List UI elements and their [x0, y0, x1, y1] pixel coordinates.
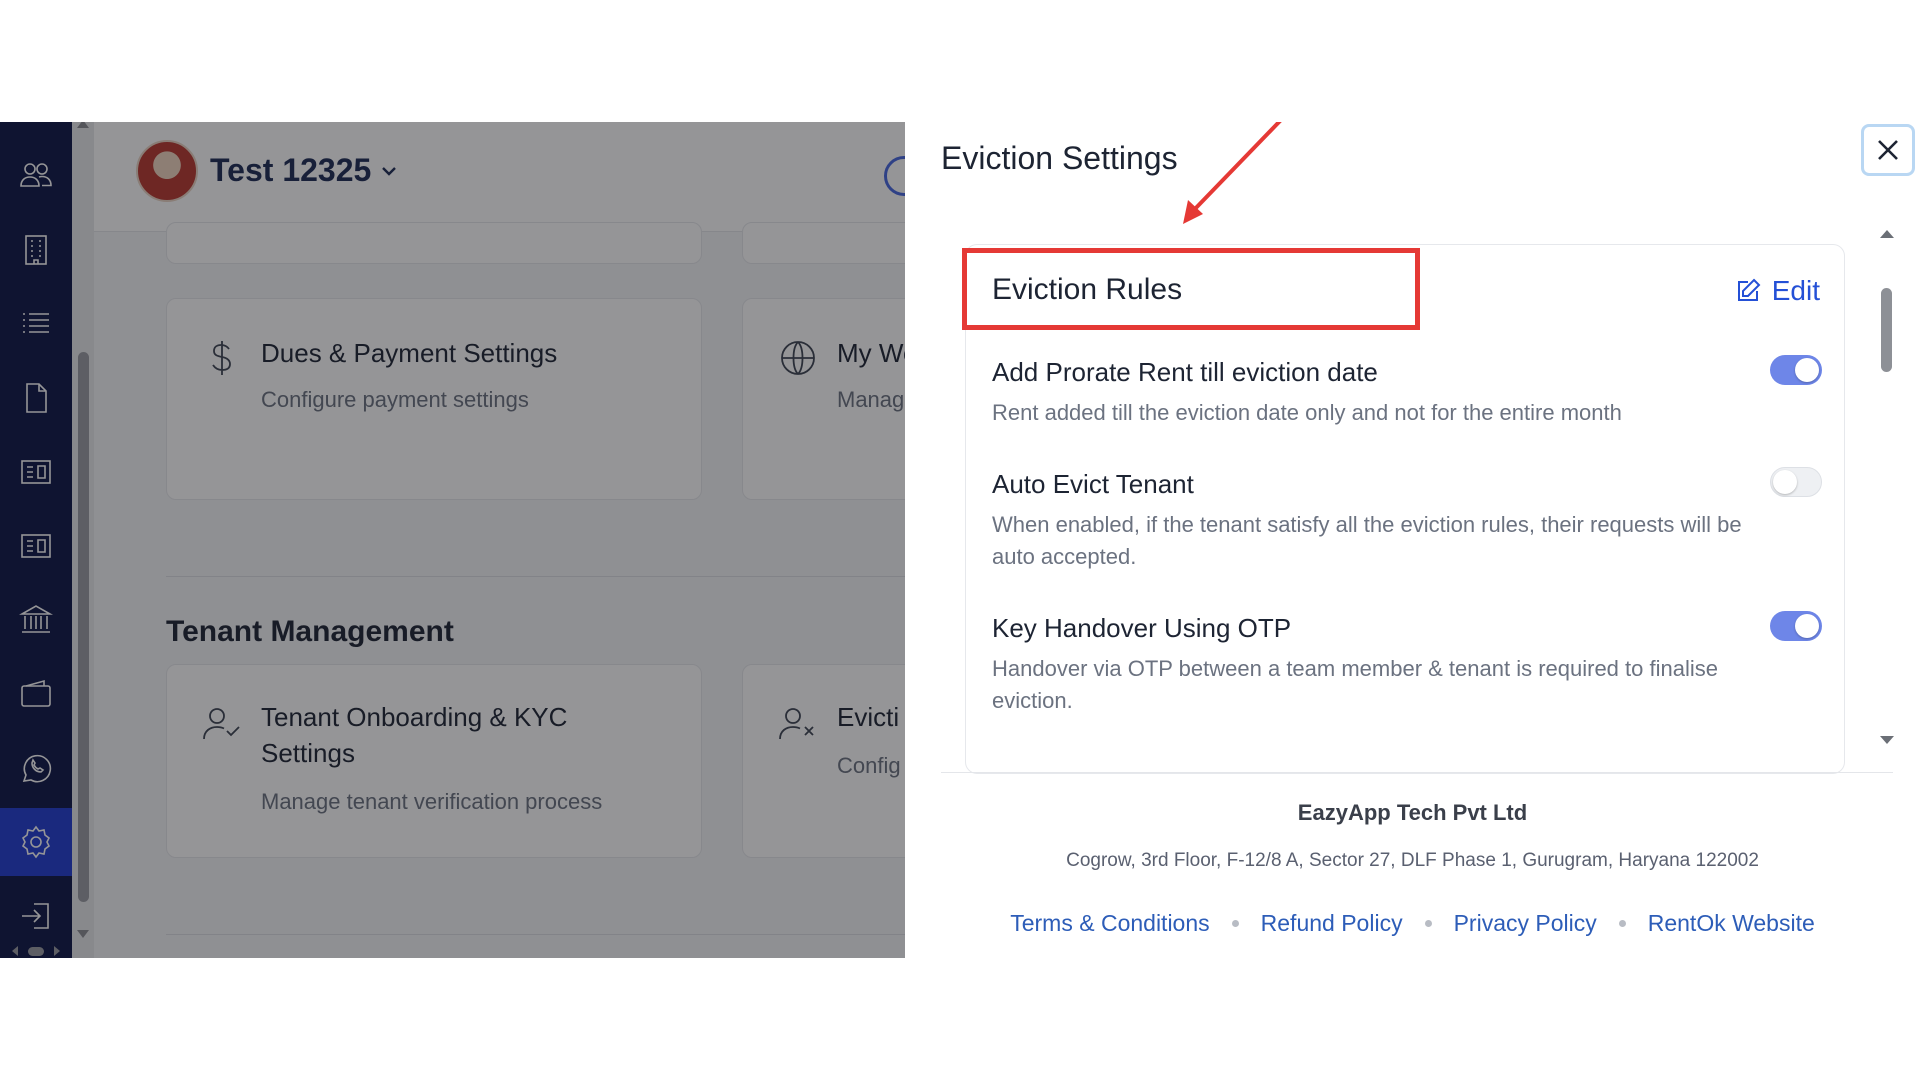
- modal-backdrop[interactable]: [0, 122, 905, 958]
- annotation-highlight-box: [962, 248, 1420, 330]
- footer-links: Terms & Conditions Refund Policy Privacy…: [905, 910, 1920, 937]
- rule-auto-evict: Auto Evict Tenant When enabled, if the t…: [992, 467, 1822, 573]
- edit-icon: [1737, 278, 1761, 301]
- auto-evict-toggle[interactable]: [1770, 467, 1822, 497]
- scroll-thumb[interactable]: [1881, 288, 1892, 372]
- eviction-settings-modal: Eviction Settings Eviction Rules Edit Ad…: [905, 122, 1920, 958]
- separator-dot: [1424, 920, 1432, 927]
- scroll-up-arrow-icon[interactable]: [1880, 230, 1894, 238]
- prorate-rent-toggle[interactable]: [1770, 355, 1822, 385]
- terms-link[interactable]: Terms & Conditions: [1010, 910, 1209, 937]
- footer-address: Cogrow, 3rd Floor, F-12/8 A, Sector 27, …: [1066, 850, 1759, 871]
- rule-description: When enabled, if the tenant satisfy all …: [992, 512, 1742, 569]
- privacy-policy-link[interactable]: Privacy Policy: [1454, 910, 1597, 937]
- edit-label: Edit: [1771, 275, 1820, 306]
- footer-company: EazyApp Tech Pvt Ltd: [1297, 800, 1528, 825]
- separator-dot: [1618, 920, 1626, 927]
- edit-button[interactable]: Edit: [1734, 275, 1820, 307]
- rule-title: Add Prorate Rent till eviction date: [992, 357, 1378, 387]
- screenshot-frame: Test 12325 Dues & Payment Settings Confi…: [0, 122, 1920, 958]
- rule-description: Rent added till the eviction date only a…: [992, 400, 1622, 425]
- separator-dot: [1231, 920, 1239, 927]
- rentok-website-link[interactable]: RentOk Website: [1648, 910, 1815, 937]
- close-icon: [1878, 140, 1898, 160]
- key-handover-toggle[interactable]: [1770, 611, 1822, 641]
- close-button[interactable]: [1861, 124, 1915, 176]
- rule-title: Auto Evict Tenant: [992, 469, 1194, 499]
- app-background: Test 12325 Dues & Payment Settings Confi…: [0, 122, 905, 958]
- rule-title: Key Handover Using OTP: [992, 613, 1292, 643]
- rule-prorate-rent: Add Prorate Rent till eviction date Rent…: [992, 355, 1822, 429]
- modal-scrollbar[interactable]: [1875, 224, 1897, 744]
- footer-divider: [941, 772, 1893, 773]
- modal-title: Eviction Settings: [941, 140, 1178, 176]
- refund-policy-link[interactable]: Refund Policy: [1261, 910, 1403, 937]
- rule-key-handover-otp: Key Handover Using OTP Handover via OTP …: [992, 611, 1822, 717]
- scroll-down-arrow-icon[interactable]: [1880, 736, 1894, 744]
- rule-description: Handover via OTP between a team member &…: [992, 656, 1718, 713]
